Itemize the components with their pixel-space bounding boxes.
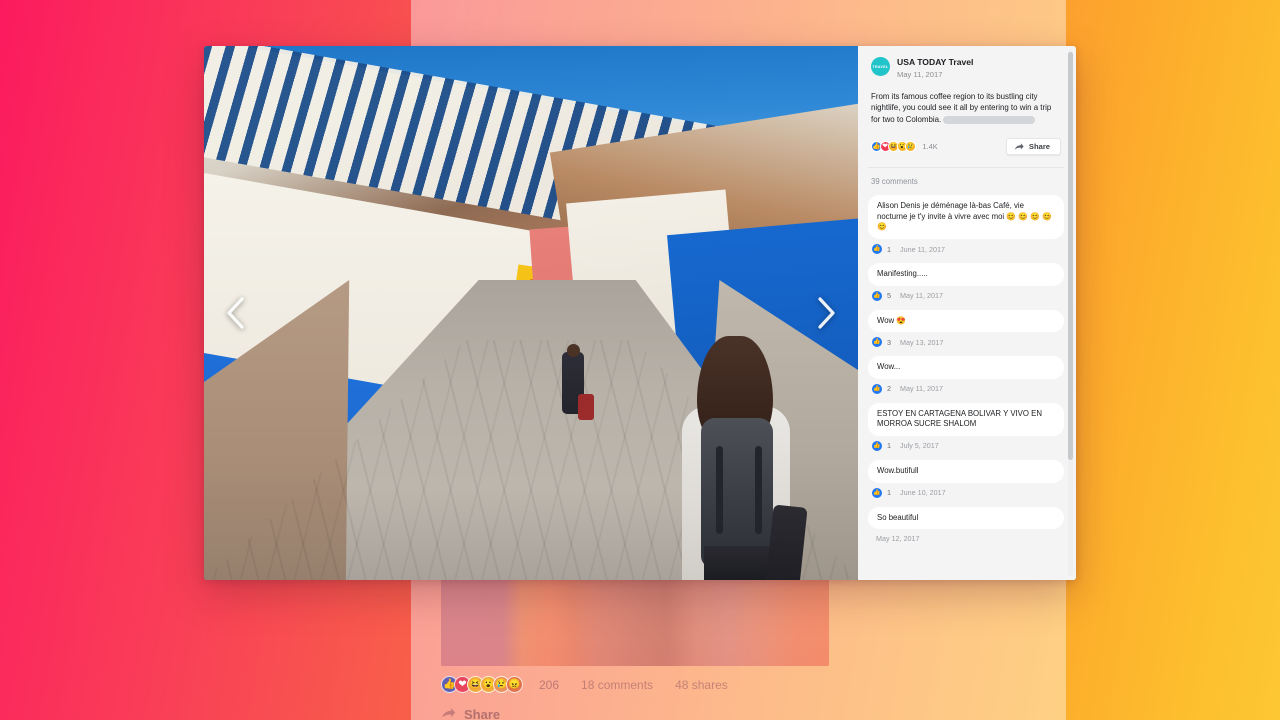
comment-text: ESTOY EN CARTAGENA BOLIVAR Y VIVO EN MOR… (868, 402, 1064, 436)
scrollbar-thumb[interactable] (1068, 52, 1073, 460)
post-details-scroll-area[interactable]: TRAVEL USA TODAY Travel May 11, 2017 Fro… (858, 46, 1076, 580)
like-icon: 👍 (872, 440, 882, 451)
comment-date: May 13, 2017 (900, 337, 944, 347)
like-icon: 👍 (872, 487, 882, 498)
like-icon: 👍 (872, 244, 882, 254)
comment-text: So beautiful (868, 506, 1064, 530)
comment-meta: 👍 5 May 11, 2017 (868, 286, 1064, 301)
avatar-label: TRAVEL (872, 64, 889, 69)
comment-text: Wow... (868, 356, 1064, 379)
comment-item: So beautiful May 12, 2017 (868, 506, 1064, 543)
photo-viewer[interactable] (204, 46, 858, 580)
background-reaction-count: 206 (539, 677, 560, 692)
comment-text: Wow.butifull (868, 459, 1064, 483)
previous-photo-button[interactable] (216, 289, 256, 337)
reaction-angry-icon: 😠 (506, 676, 523, 693)
comment-item: Wow.butifull 👍 1 June 10, 2017 (868, 459, 1064, 498)
background-comments-link: 18 comments (581, 677, 654, 692)
share-button[interactable]: Share (1005, 138, 1061, 156)
post-date: May 11, 2017 (897, 70, 943, 79)
like-icon: 👍 (872, 337, 882, 348)
comment-meta: May 12, 2017 (868, 529, 1064, 543)
comment-item: Wow 😍 👍 3 May 13, 2017 (868, 309, 1064, 348)
redacted-link-bar (943, 115, 1036, 124)
comment-text: Alison Denis je déménage là-bas Café, vi… (868, 195, 1064, 239)
walker-legs (704, 546, 770, 580)
comment-text: Manifesting..... (868, 263, 1064, 286)
comment-date: May 11, 2017 (900, 291, 944, 301)
pedestrian-head (567, 344, 580, 357)
comment-date: July 5, 2017 (900, 441, 939, 451)
post-body-text: From its famous coffee region to its bus… (868, 91, 1064, 125)
comment-date: May 12, 2017 (876, 534, 920, 544)
background-shares-link: 48 shares (675, 677, 728, 692)
comment-like-count: 5 (887, 291, 891, 301)
comment-meta: 👍 1 June 10, 2017 (868, 483, 1064, 498)
next-photo-button[interactable] (806, 289, 846, 337)
reaction-count: 1.4K (922, 142, 938, 152)
comment-meta: 👍 1 June 11, 2017 (868, 239, 1064, 254)
like-icon: 👍 (872, 290, 882, 301)
comment-item: Manifesting..... 👍 5 May 11, 2017 (868, 263, 1064, 301)
comment-item: ESTOY EN CARTAGENA BOLIVAR Y VIVO EN MOR… (868, 402, 1064, 451)
comment-text: Wow 😍 (868, 309, 1064, 333)
comment-like-count: 1 (887, 488, 891, 498)
backpack-strap (755, 446, 762, 534)
comment-like-count: 3 (887, 337, 891, 347)
comment-like-count: 1 (887, 244, 891, 254)
comments-count-label: 39 comments (871, 177, 918, 187)
comment-like-count: 1 (887, 441, 891, 451)
share-arrow-icon (1014, 143, 1024, 150)
backpack-strap (716, 446, 723, 534)
reaction-icons[interactable]: 👍 ❤ 😆 😮 😢 1.4K (871, 141, 938, 153)
comment-meta: 👍 3 May 13, 2017 (868, 332, 1064, 348)
share-button-label: Share (1028, 142, 1050, 152)
like-icon: 👍 (872, 383, 882, 394)
share-arrow-icon (441, 707, 456, 718)
pedestrian-bag (578, 394, 594, 420)
post-details-panel: TRAVEL USA TODAY Travel May 11, 2017 Fro… (858, 46, 1076, 580)
comment-meta: 👍 1 July 5, 2017 (868, 436, 1064, 451)
background-reaction-icons: 👍 ❤ 😆 😮 😢 😠 (441, 676, 523, 693)
chevron-left-icon (227, 297, 244, 329)
comment-date: May 11, 2017 (900, 384, 944, 394)
page-name[interactable]: USA TODAY Travel (897, 57, 973, 68)
comment-date: June 10, 2017 (900, 488, 946, 498)
page-avatar[interactable]: TRAVEL (871, 57, 890, 76)
reaction-summary-row: 👍 ❤ 😆 😮 😢 1.4K Share (868, 138, 1064, 156)
comment-meta: 👍 2 May 11, 2017 (868, 379, 1064, 394)
background-post-meta: 👍 ❤ 😆 😮 😢 😠 206 18 comments 48 shares (441, 676, 728, 693)
background-share-label: Share (464, 707, 501, 720)
comment-like-count: 2 (887, 384, 891, 394)
post-header: TRAVEL USA TODAY Travel May 11, 2017 (868, 46, 1064, 80)
photo-lightbox-modal: TRAVEL USA TODAY Travel May 11, 2017 Fro… (204, 46, 1076, 580)
background-photo-tint (441, 576, 829, 666)
comment-item: Wow... 👍 2 May 11, 2017 (868, 356, 1064, 394)
reaction-sad-icon: 😢 (905, 141, 916, 153)
background-share-row: Share (441, 707, 500, 720)
comment-date: June 11, 2017 (900, 244, 946, 254)
comment-item: Alison Denis je déménage là-bas Café, vi… (868, 195, 1064, 254)
chevron-right-icon (818, 297, 835, 329)
